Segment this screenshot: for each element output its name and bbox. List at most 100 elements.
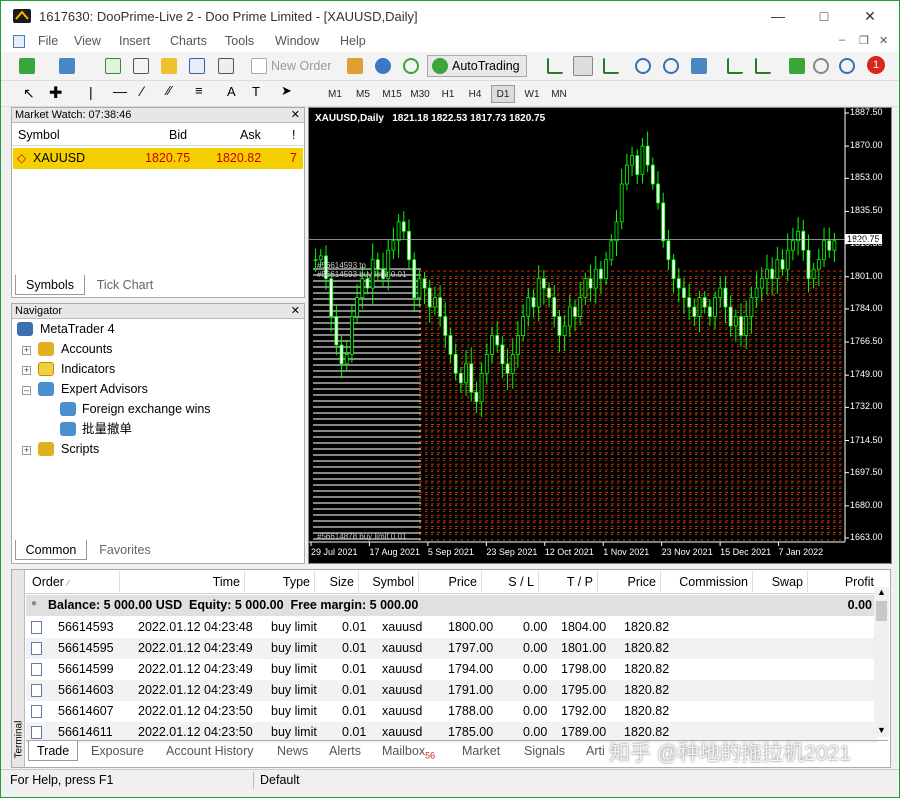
close-window-button[interactable]: ✕ <box>847 1 893 31</box>
indicators-list-icon[interactable] <box>789 58 805 74</box>
tab-exposure[interactable]: Exposure <box>91 741 144 761</box>
tf-m1[interactable]: M1 <box>323 86 347 104</box>
menu-view[interactable]: View <box>74 34 101 48</box>
collapse-icon[interactable]: – <box>22 386 31 395</box>
tab-market[interactable]: Market <box>462 741 500 761</box>
nav-root[interactable]: MetaTrader 4 <box>40 319 115 339</box>
autoscroll-icon[interactable] <box>755 58 771 74</box>
tf-m5[interactable]: M5 <box>351 86 375 104</box>
minimize-button[interactable]: — <box>755 1 801 31</box>
equidistant-channel-icon[interactable]: ⁄⁄ <box>167 83 171 98</box>
mdi-restore-button[interactable]: ❐ <box>859 34 869 47</box>
bar-chart-icon[interactable] <box>547 58 563 74</box>
mdi-close-button[interactable]: ✕ <box>879 34 888 47</box>
vertical-scrollbar[interactable]: ▲ ▼ <box>874 587 889 737</box>
menu-file[interactable]: File <box>38 34 58 48</box>
col-symbol[interactable]: Symbol <box>359 571 419 594</box>
col-ask[interactable]: Ask <box>240 124 261 146</box>
col-commission[interactable]: Commission <box>661 571 753 594</box>
horizontal-line-icon[interactable]: — <box>113 83 127 99</box>
table-row[interactable]: 56614603 2022.01.12 04:23:49 buy limit 0.01… <box>26 680 878 701</box>
col-profit[interactable]: Profit <box>808 571 878 594</box>
scroll-down-icon[interactable]: ▼ <box>877 725 886 735</box>
col-symbol[interactable]: Symbol <box>18 124 60 146</box>
chart-canvas[interactable] <box>309 108 892 564</box>
tf-h1[interactable]: H1 <box>436 86 460 104</box>
line-chart-icon[interactable] <box>603 58 619 74</box>
expand-icon[interactable]: + <box>22 446 31 455</box>
metaeditor-icon[interactable] <box>347 58 363 74</box>
tab-account-history[interactable]: Account History <box>166 741 254 761</box>
tab-common[interactable]: Common <box>15 540 87 560</box>
chart-shift-icon[interactable] <box>727 58 743 74</box>
col-sl[interactable]: S / L <box>482 571 539 594</box>
tf-w1[interactable]: W1 <box>520 86 544 104</box>
close-icon[interactable]: ✕ <box>291 108 300 123</box>
tab-mailbox[interactable]: Mailbox56 <box>382 741 435 761</box>
table-row[interactable]: 56614593 2022.01.12 04:23:48 buy limit 0.01… <box>26 617 878 638</box>
tab-tick-chart[interactable]: Tick Chart <box>87 275 163 295</box>
fibonacci-icon[interactable]: ≡ <box>195 83 203 98</box>
tab-alerts[interactable]: Alerts <box>329 741 361 761</box>
tab-articles[interactable]: Arti <box>586 741 605 761</box>
tab-signals[interactable]: Signals <box>524 741 565 761</box>
nav-scripts[interactable]: Scripts <box>61 439 99 459</box>
terminal-icon[interactable] <box>189 58 205 74</box>
scroll-up-icon[interactable]: ▲ <box>877 587 886 597</box>
nav-indicators[interactable]: Indicators <box>61 359 115 379</box>
tab-favorites[interactable]: Favorites <box>89 540 161 560</box>
navigator-icon[interactable] <box>161 58 177 74</box>
table-row[interactable]: 56614595 2022.01.12 04:23:49 buy limit 0.01… <box>26 638 878 659</box>
new-order-button[interactable]: New Order <box>247 57 343 76</box>
market-watch-icon[interactable] <box>105 58 121 74</box>
symbol-row[interactable]: ◇ XAUUSD 1820.75 1820.82 7 <box>13 148 303 169</box>
menu-help[interactable]: Help <box>340 34 366 48</box>
zoom-in-icon[interactable] <box>635 58 651 74</box>
tf-m30[interactable]: M30 <box>407 86 433 104</box>
menu-insert[interactable]: Insert <box>119 34 150 48</box>
tab-trade[interactable]: Trade <box>28 741 79 761</box>
profiles-icon[interactable] <box>59 58 75 74</box>
col-current-price[interactable]: Price <box>598 571 661 594</box>
trendline-icon[interactable]: ∕ <box>141 83 143 99</box>
expand-icon[interactable]: + <box>22 366 31 375</box>
new-chart-icon[interactable] <box>19 58 35 74</box>
col-price[interactable]: Price <box>419 571 482 594</box>
col-swap[interactable]: Swap <box>753 571 808 594</box>
scroll-thumb[interactable] <box>876 601 887 621</box>
crosshair-icon[interactable]: ✚ <box>49 83 62 103</box>
search-icon[interactable] <box>839 58 855 74</box>
col-type[interactable]: Type <box>245 571 315 594</box>
cursor-icon[interactable]: ↖ <box>23 85 35 102</box>
col-spread[interactable]: ! <box>292 124 295 146</box>
strategy-tester-icon[interactable] <box>218 58 234 74</box>
menu-window[interactable]: Window <box>275 34 319 48</box>
zoom-out-icon[interactable] <box>663 58 679 74</box>
nav-expert-advisors[interactable]: Expert Advisors <box>61 379 148 399</box>
text-label-icon[interactable]: T <box>252 84 260 99</box>
menu-charts[interactable]: Charts <box>170 34 207 48</box>
text-icon[interactable]: A <box>227 84 236 99</box>
vertical-line-icon[interactable]: | <box>89 84 93 100</box>
nav-accounts[interactable]: Accounts <box>61 339 112 359</box>
tf-mn[interactable]: MN <box>546 86 572 104</box>
col-size[interactable]: Size <box>315 571 359 594</box>
col-time[interactable]: Time <box>120 571 245 594</box>
tab-symbols[interactable]: Symbols <box>15 275 85 295</box>
tf-m15[interactable]: M15 <box>379 86 405 104</box>
nav-ea-batch-cancel[interactable]: 批量撤单 <box>82 419 132 439</box>
close-icon[interactable]: ✕ <box>291 304 300 319</box>
maximize-button[interactable]: □ <box>801 1 847 31</box>
periods-icon[interactable] <box>813 58 829 74</box>
signals-icon[interactable] <box>403 58 419 74</box>
tf-h4[interactable]: H4 <box>463 86 487 104</box>
col-bid[interactable]: Bid <box>169 124 187 146</box>
table-row[interactable]: 56614607 2022.01.12 04:23:50 buy limit 0.01… <box>26 701 878 722</box>
notification-badge[interactable]: 1 <box>867 56 885 74</box>
price-chart[interactable]: XAUUSD,Daily 1821.18 1822.53 1817.73 182… <box>308 107 892 564</box>
candlestick-icon[interactable] <box>573 56 593 76</box>
tile-windows-icon[interactable] <box>691 58 707 74</box>
col-tp[interactable]: T / P <box>539 571 598 594</box>
col-order[interactable]: Order ⁄ <box>26 571 120 594</box>
menu-tools[interactable]: Tools <box>225 34 254 48</box>
